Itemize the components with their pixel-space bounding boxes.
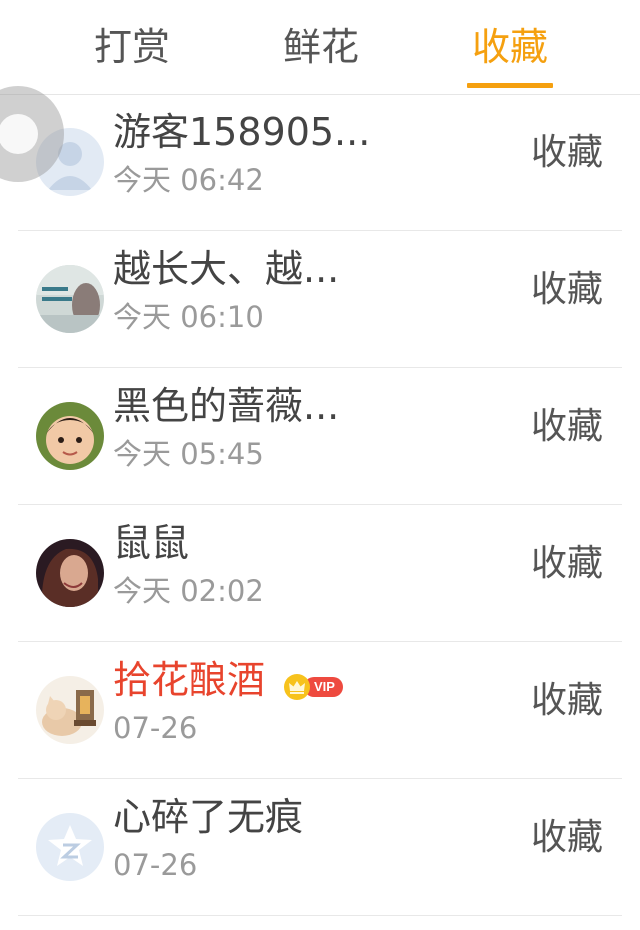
vip-badge: VIP: [284, 673, 343, 701]
child-photo-avatar[interactable]: [36, 402, 104, 470]
timestamp: 今天 06:10: [113, 300, 264, 334]
action-label: 收藏: [531, 406, 604, 447]
list-item[interactable]: 鼠鼠 今天 02:02 收藏: [0, 505, 640, 642]
action-label: 收藏: [531, 543, 604, 584]
list-item[interactable]: 黑色的蔷薇... 今天 05:45 收藏: [0, 368, 640, 505]
user-name: 越长大、越...: [113, 247, 340, 291]
tab-bar: 打赏 鲜花 收藏: [0, 0, 640, 95]
timestamp: 今天 06:42: [113, 163, 264, 197]
user-name: 心碎了无痕: [113, 795, 304, 839]
list-item[interactable]: 心碎了无痕 07-26 收藏: [0, 779, 640, 916]
tab-flowers[interactable]: 鲜花: [279, 22, 363, 72]
user-name: 鼠鼠: [113, 521, 190, 565]
user-name: 拾花酿酒: [113, 658, 266, 702]
favorites-list: 游客158905... 今天 06:42 收藏 越长大、越... 今天 06:1…: [0, 94, 640, 916]
tab-favorites[interactable]: 收藏: [467, 22, 553, 88]
timestamp: 07-26: [113, 711, 198, 745]
list-item[interactable]: 拾花酿酒 VIP 07-26 收藏: [0, 642, 640, 779]
tab-flowers-label: 鲜花: [282, 25, 359, 69]
timestamp: 07-26: [113, 848, 198, 882]
user-name: 游客158905...: [113, 110, 371, 154]
cat-illustration-avatar[interactable]: [36, 676, 104, 744]
tab-reward[interactable]: 打赏: [90, 22, 174, 72]
crown-icon: [284, 674, 310, 700]
portrait-photo-avatar[interactable]: [36, 539, 104, 607]
tab-reward-label: 打赏: [93, 25, 170, 69]
action-label: 收藏: [531, 817, 604, 858]
list-item[interactable]: 越长大、越... 今天 06:10 收藏: [0, 231, 640, 368]
active-tab-indicator: [467, 83, 553, 88]
action-label: 收藏: [531, 680, 604, 721]
tab-favorites-label: 收藏: [471, 25, 548, 69]
timestamp: 今天 05:45: [113, 437, 264, 471]
list-item[interactable]: 游客158905... 今天 06:42 收藏: [0, 94, 640, 231]
user-name: 黑色的蔷薇...: [113, 384, 340, 428]
timestamp: 今天 02:02: [113, 574, 264, 608]
photo-avatar[interactable]: [36, 265, 104, 333]
qzone-default-avatar[interactable]: [36, 813, 104, 881]
action-label: 收藏: [531, 269, 604, 310]
action-label: 收藏: [531, 132, 604, 173]
